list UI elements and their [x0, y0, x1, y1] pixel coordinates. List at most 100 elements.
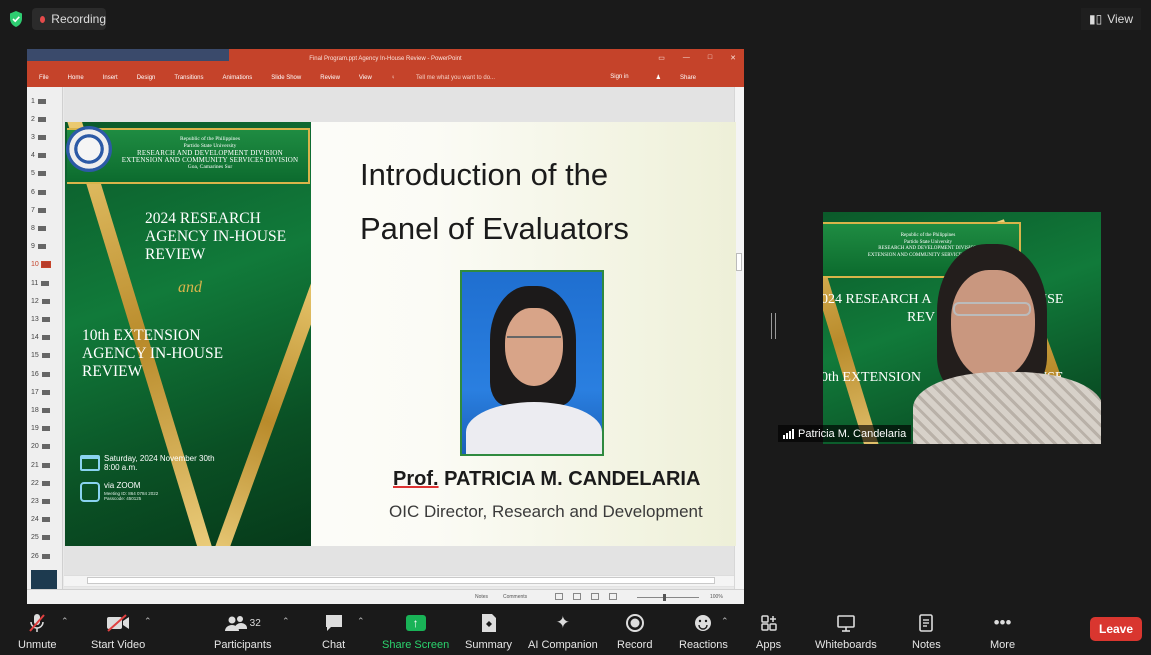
start-video-button[interactable]: Start Video — [91, 612, 145, 651]
slide-thumbnail: 16 — [31, 368, 61, 380]
sign-in-link: Sign in — [610, 74, 629, 80]
slide-number: 26 — [31, 552, 39, 560]
slide-thumbnail-image — [40, 261, 51, 269]
ppt-account-area: Sign in ♟ Share — [610, 74, 734, 81]
share-screen-button[interactable]: ↑ Share Screen — [382, 612, 449, 651]
gold-stripe — [199, 250, 311, 546]
slide-thumbnail: 19 — [31, 423, 61, 435]
participants-options-chevron-icon[interactable]: ⌃ — [282, 616, 290, 627]
reactions-label: Reactions — [679, 639, 728, 651]
slide-thumbnail-image — [41, 426, 50, 432]
slide-thumbnail-image — [37, 153, 46, 159]
participants-button[interactable]: 32 Participants — [214, 612, 271, 651]
participant-video-tile[interactable]: Republic of the Philippines Partido Stat… — [823, 212, 1101, 444]
view-button[interactable]: ▮▯ View — [1080, 8, 1141, 30]
slide-thumbnail: 7 — [31, 204, 61, 216]
slide-thumbnail-image — [41, 462, 50, 468]
reactions-options-chevron-icon[interactable]: ⌃ — [721, 616, 729, 627]
slide-number: 3 — [31, 133, 35, 141]
start-video-label: Start Video — [91, 639, 146, 651]
slide-number: 16 — [31, 370, 39, 378]
slide-number: 18 — [31, 406, 39, 414]
apps-button[interactable]: Apps — [756, 612, 781, 651]
participant-name: Patricia M. Candelaria — [798, 427, 907, 440]
unmute-label: Unmute — [18, 639, 57, 651]
ribbon-tab: File — [39, 75, 49, 81]
participant-count: 32 — [249, 617, 261, 629]
evaluator-name: Prof. PATRICIA M. CANDELARIA — [393, 468, 700, 491]
slide-thumbnail-image — [37, 244, 46, 250]
zoom-slider-knob — [663, 594, 666, 601]
chat-options-chevron-icon[interactable]: ⌃ — [357, 616, 365, 627]
slide-number: 8 — [31, 224, 35, 232]
unmute-button[interactable]: Unmute — [18, 612, 57, 651]
slide-thumbnail: 22 — [31, 477, 61, 489]
record-label: Record — [617, 639, 653, 651]
slide-thumbnail-image — [37, 171, 46, 177]
zoom-level: 100% — [710, 594, 723, 600]
split-divider-handle[interactable] — [771, 313, 776, 339]
ribbon-tab: Slide Show — [271, 75, 302, 81]
leave-button[interactable]: Leave — [1090, 617, 1142, 641]
share-link: ♟ Share — [656, 74, 715, 81]
record-button[interactable]: Record — [617, 612, 652, 651]
slide-thumbnail: 4 — [31, 150, 61, 162]
photo-face — [505, 308, 563, 386]
horizontal-scroll-thumb — [87, 577, 715, 584]
summary-button[interactable]: Summary — [465, 612, 512, 651]
person-body — [913, 372, 1101, 444]
slide-thumbnail-image — [41, 498, 50, 504]
unmute-options-chevron-icon[interactable]: ⌃ — [61, 616, 69, 627]
name-text: PATRICIA M. CANDELARIA — [444, 468, 701, 490]
chat-button[interactable]: Chat — [322, 612, 345, 651]
whiteboards-button[interactable]: Whiteboards — [815, 612, 877, 651]
slide-thumbnail-image — [37, 98, 46, 104]
and-text: and — [178, 279, 202, 296]
ai-companion-button[interactable]: ✦ AI Companion — [528, 612, 598, 651]
more-button[interactable]: ••• More — [990, 612, 1015, 651]
person-glasses — [953, 302, 1031, 316]
notes-button[interactable]: Notes — [912, 612, 941, 651]
recording-indicator[interactable]: Recording — [32, 8, 106, 30]
view-layout-icon: ▮▯ — [1088, 12, 1103, 26]
muted-mic-icon — [28, 612, 46, 634]
slide-number: 15 — [31, 352, 39, 360]
tile-bg-text-a: 024 RESEARCH A — [823, 292, 932, 307]
slide-thumbnail-image — [41, 480, 50, 486]
slide-thumbnail: 21 — [31, 459, 61, 471]
shield-check-icon[interactable] — [8, 10, 24, 28]
summary-icon — [481, 612, 497, 634]
smiley-icon — [693, 612, 713, 634]
slide-number: 13 — [31, 315, 39, 323]
notes-label: Notes — [912, 639, 941, 651]
participants-label: Participants — [214, 639, 272, 651]
zoom-slider — [637, 597, 699, 598]
meeting-info: Meeting ID: 864 0784 2022 Passcode: 4501… — [104, 491, 158, 501]
slide-number: 7 — [31, 206, 35, 214]
research-review-title: 2024 RESEARCH AGENCY IN-HOUSE REVIEW — [145, 210, 287, 263]
tile-bg-text: 0th EXTENSIONUSE — [823, 370, 1063, 386]
university-seal — [66, 126, 112, 172]
slide-thumbnail-image — [41, 407, 50, 413]
slide-number: 17 — [31, 388, 39, 396]
participant-video — [913, 244, 1101, 444]
slide-number: 1 — [31, 97, 35, 105]
window-controls: ▭ — □ ✕ — [658, 54, 736, 62]
tell-me-box: ♀ Tell me what you want to do... — [391, 75, 514, 81]
person-face — [951, 270, 1035, 380]
via-zoom-text: via ZOOM — [104, 481, 141, 490]
slide-thumbnail-image — [41, 535, 50, 541]
share-text: Share — [679, 75, 696, 81]
slide-thumbnail: 26 — [31, 550, 61, 562]
video-options-chevron-icon[interactable]: ⌃ — [144, 616, 152, 627]
reading-view-icon — [591, 593, 599, 600]
slide-number: 2 — [31, 115, 35, 123]
participants-icon: 32 — [224, 612, 261, 634]
recording-dot-icon — [40, 15, 46, 23]
slide-thumbnail-image — [41, 389, 50, 395]
slideshow-view-icon — [609, 593, 617, 600]
slide-thumbnail: 24 — [31, 514, 61, 526]
banner-line: Goa, Camarines Sur — [187, 164, 233, 170]
slide-green-panel: Republic of the Philippines Partido Stat… — [65, 122, 311, 546]
share-screen-label: Share Screen — [382, 639, 450, 651]
